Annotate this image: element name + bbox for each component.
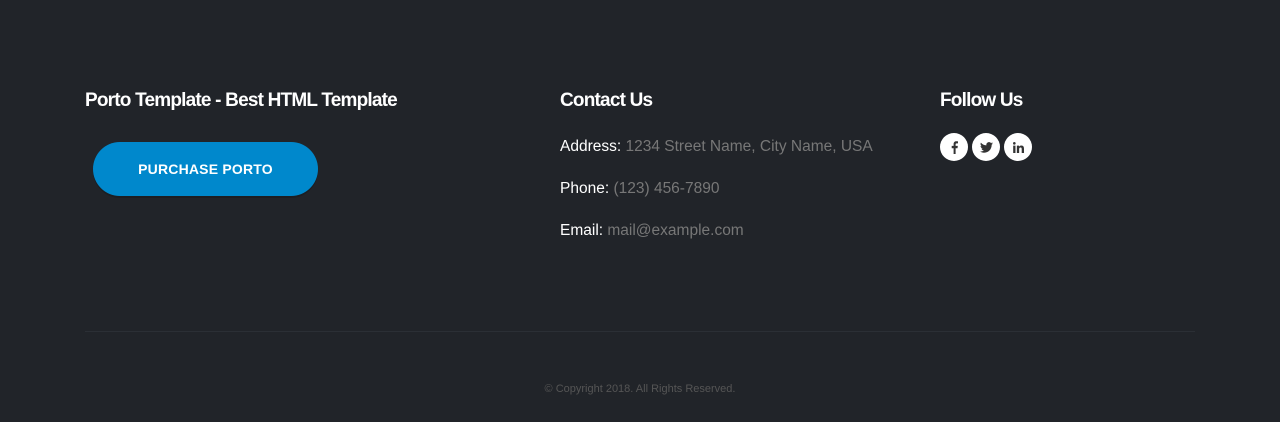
site-footer: Porto Template - Best HTML Template PURC… <box>0 0 1280 422</box>
social-item-facebook <box>940 133 968 161</box>
contact-email: Email: mail@example.com <box>560 220 873 262</box>
brand-heading: Porto Template - Best HTML Template <box>85 90 398 111</box>
contact-address: Address: 1234 Street Name, City Name, US… <box>560 136 873 178</box>
copyright-text: © Copyright 2018. All Rights Reserved. <box>544 383 736 395</box>
contact-heading: Contact Us <box>560 90 653 111</box>
email-link[interactable]: mail@example.com <box>607 222 743 239</box>
purchase-porto-button[interactable]: PURCHASE PORTO <box>93 142 318 196</box>
address-label: Address: <box>560 138 622 155</box>
contact-phone: Phone: (123) 456-7890 <box>560 178 873 220</box>
footer-divider <box>85 331 1195 332</box>
email-label: Email: <box>560 222 604 239</box>
address-value: 1234 Street Name, City Name, USA <box>625 138 873 155</box>
social-icons <box>940 133 1032 161</box>
twitter-icon[interactable] <box>972 133 1000 161</box>
linkedin-icon[interactable] <box>1004 133 1032 161</box>
phone-value: (123) 456-7890 <box>613 180 720 197</box>
social-item-twitter <box>972 133 1000 161</box>
contact-list: Address: 1234 Street Name, City Name, US… <box>560 136 873 262</box>
facebook-icon[interactable] <box>940 133 968 161</box>
social-item-linkedin <box>1004 133 1032 161</box>
follow-heading: Follow Us <box>940 90 1023 111</box>
phone-label: Phone: <box>560 180 610 197</box>
contact-column: Contact Us Address: 1234 Street Name, Ci… <box>560 88 920 239</box>
brand-column: Porto Template - Best HTML Template PURC… <box>85 88 525 196</box>
follow-column: Follow Us <box>940 88 1200 161</box>
